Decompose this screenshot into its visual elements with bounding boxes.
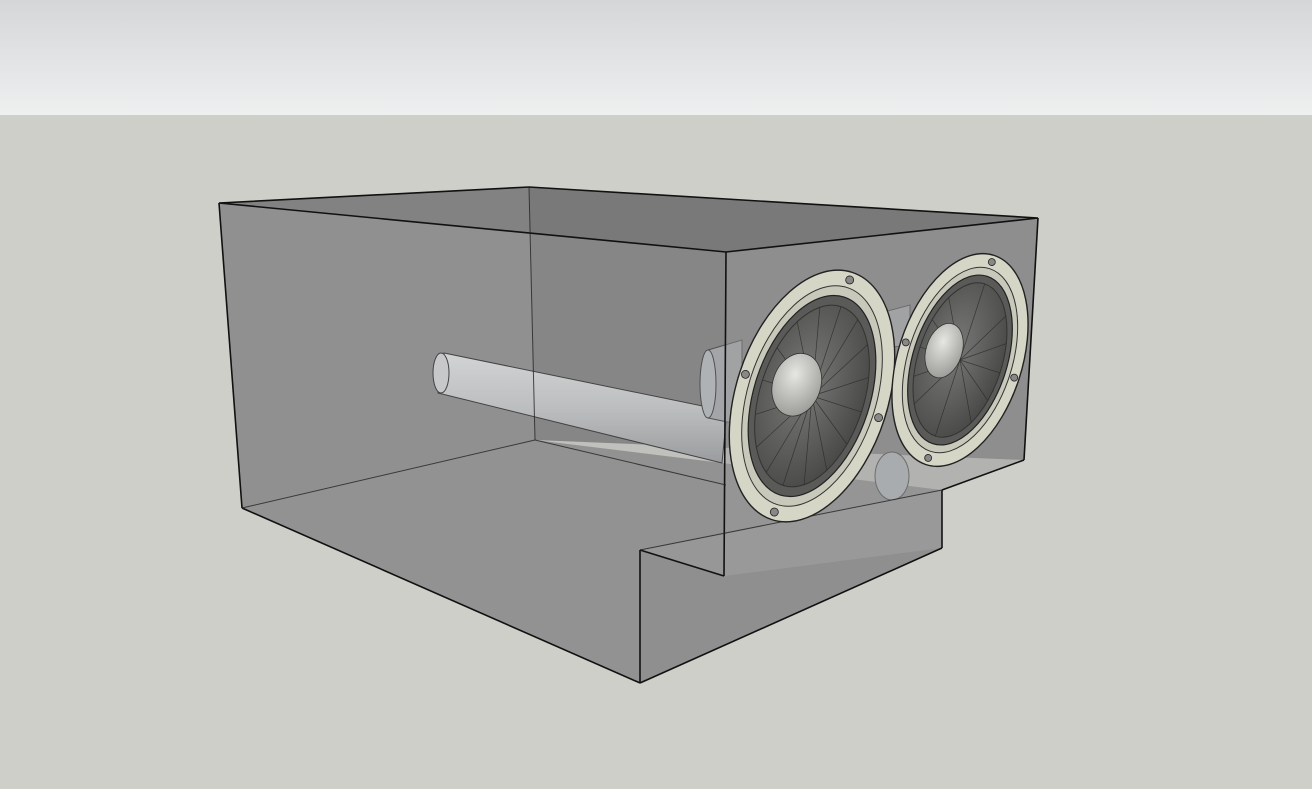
modeling-viewport[interactable]: [0, 0, 1312, 789]
speaker-enclosure-model[interactable]: [0, 0, 1312, 789]
